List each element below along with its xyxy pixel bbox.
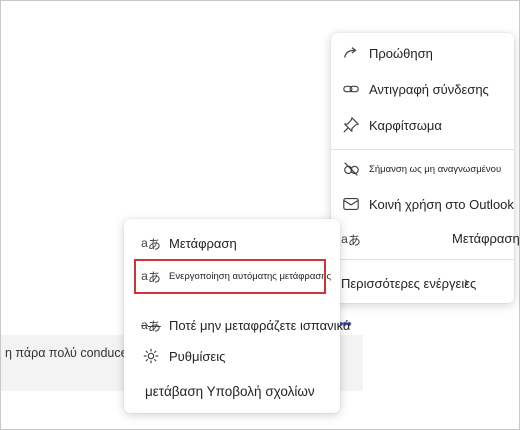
menu-item-share-outlook[interactable]: Κοινή χρήση στο Outlook — [341, 194, 514, 214]
menu-item-forward[interactable]: Προώθηση — [341, 43, 433, 63]
menu-item-label: Σήμανση ως μη αναγνωσμένου — [369, 163, 502, 175]
submenu-item-label: Μετάφραση — [169, 235, 237, 251]
submenu-item-label: μετάβαση Υποβολή σχολίων — [145, 384, 315, 399]
submenu-item-settings[interactable]: Ρυθμίσεις — [141, 346, 225, 366]
menu-item-label: Αντιγραφή σύνδεσης — [369, 81, 489, 97]
menu-item-label: Προώθηση — [369, 45, 433, 61]
gear-icon — [141, 346, 161, 366]
translate-icon: aあ — [341, 232, 361, 248]
translate-submenu: aあ Μετάφραση aあ Ενεργοποίηση αυτόματης μ… — [124, 219, 350, 413]
pin-icon — [341, 115, 361, 135]
menu-item-more-actions[interactable]: Περισσότερες ενέργειες — [341, 276, 476, 291]
menu-item-label: Περισσότερες ενέργειες — [341, 276, 477, 291]
translate-off-icon: aあ — [141, 318, 161, 334]
submenu-item-label: Ποτέ μην μεταφράζετε ισπανικά — [169, 317, 351, 333]
menu-item-copy-link[interactable]: Αντιγραφή σύνδεσης — [341, 79, 489, 99]
menu-item-translate[interactable]: aあ — [341, 229, 369, 249]
highlight-box — [134, 259, 326, 294]
menu-item-translate-label: Μετάφραση — [452, 231, 520, 246]
menu-item-label: Καρφίτσωμα — [369, 117, 442, 133]
link-icon — [341, 79, 361, 99]
translate-icon: aあ — [141, 236, 161, 252]
submenu-item-never-translate[interactable]: aあ Ποτέ μην μεταφράζετε ισπανικά — [141, 315, 350, 335]
eye-off-icon — [341, 159, 361, 179]
forward-arrow-icon — [341, 43, 361, 63]
submenu-item-label: Ρυθμίσεις — [169, 348, 226, 364]
menu-item-mark-unread[interactable]: Σήμανση ως μη αναγνωσμένου — [341, 159, 501, 179]
chevron-right-icon: › — [464, 273, 469, 289]
menu-item-label: Μετάφραση — [452, 231, 520, 246]
menu-divider — [331, 149, 514, 150]
menu-item-pin[interactable]: Καρφίτσωμα — [341, 115, 442, 135]
menu-item-label: Κοινή χρήση στο Outlook — [369, 196, 514, 212]
submenu-item-translate[interactable]: aあ Μετάφραση — [141, 233, 237, 253]
submenu-item-feedback[interactable]: μετάβαση Υποβολή σχολίων — [145, 384, 315, 399]
mail-icon — [341, 194, 361, 214]
menu-divider — [331, 259, 514, 260]
message-context-menu: Προώθηση Αντιγραφή σύνδεσης Καρφίτσωμα Σ… — [331, 33, 520, 303]
